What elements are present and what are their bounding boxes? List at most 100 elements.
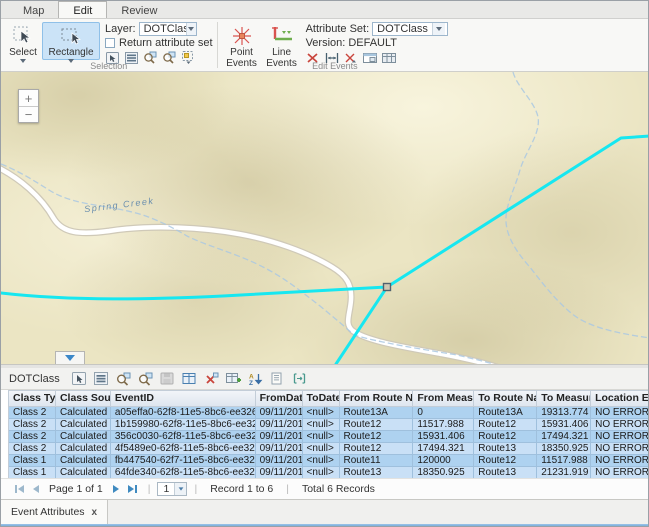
table-cell: Class 1	[9, 455, 56, 467]
table-row[interactable]: Class 2Calculated1b159980-62f8-11e5-8bc6…	[9, 419, 648, 431]
table-cell: 19313.774	[537, 407, 591, 419]
table-cell: 4f5489e0-62f8-11e5-8bc6-ee32641d5ec9	[111, 443, 256, 455]
selection-group-label: Selection	[1, 61, 217, 71]
collapse-arrow-icon	[65, 355, 75, 361]
layer-combo[interactable]: DOTClass	[139, 22, 197, 36]
pagination-separator: |	[148, 483, 151, 495]
table-cell: NO ERROR	[591, 431, 648, 443]
menu-icon[interactable]	[94, 372, 109, 386]
switch-table-icon[interactable]	[182, 372, 197, 386]
column-header[interactable]: Location Error	[591, 391, 648, 407]
table-cell: Route13	[340, 467, 414, 478]
column-header[interactable]: ToDate	[303, 391, 340, 407]
tab-review-label: Review	[121, 5, 157, 17]
column-header[interactable]: To Measure	[537, 391, 591, 407]
page-select-combo[interactable]: 1	[157, 482, 187, 496]
pan-to-selection-icon[interactable]	[138, 372, 153, 386]
table-cell: Calculated	[56, 455, 111, 467]
page-select-dropdown-icon[interactable]	[174, 483, 186, 495]
edit-events-group-label: Edit Events	[218, 61, 453, 71]
map-canvas[interactable]: Spring Creek + −	[1, 72, 649, 364]
table-row[interactable]: Class 2Calculated4f5489e0-62f8-11e5-8bc6…	[9, 443, 648, 455]
table-cell: NO ERROR	[591, 455, 648, 467]
rectangle-tool-button[interactable]: Rectangle	[42, 22, 100, 60]
table-cell: 21231.919	[537, 467, 591, 478]
road-path	[1, 167, 508, 364]
table-cell: Route13A	[474, 407, 537, 419]
table-cell: Calculated	[56, 431, 111, 443]
panel-collapse-button[interactable]	[55, 351, 85, 364]
table-cell: Class 2	[9, 431, 56, 443]
table-cell: fb447540-62f7-11e5-8bc6-ee32641d5ec9	[111, 455, 256, 467]
delete-selected-icon[interactable]	[204, 372, 219, 386]
zoom-out-label: −	[25, 107, 33, 122]
rectangle-button-label: Rectangle	[48, 47, 93, 58]
table-row[interactable]: Class 2Calculateda05effa0-62f8-11e5-8bc6…	[9, 407, 648, 419]
select-cursor-icon	[12, 25, 34, 47]
layer-combo-dropdown-icon[interactable]	[186, 23, 196, 35]
table-cell: Calculated	[56, 467, 111, 478]
table-cell: NO ERROR	[591, 467, 648, 478]
table-cell: 09/11/2015	[256, 467, 303, 478]
attribute-set-dropdown-icon[interactable]	[432, 23, 445, 35]
app-window: Map Edit Review Select	[0, 0, 649, 527]
column-header[interactable]: From Route Name	[340, 391, 414, 407]
column-header[interactable]: Class Source	[56, 391, 111, 407]
table-cell: 09/11/2015	[256, 443, 303, 455]
rectangle-select-icon	[60, 25, 82, 47]
table-cell: Route13	[474, 443, 537, 455]
layer-label: Layer:	[105, 23, 136, 35]
tab-map[interactable]: Map	[9, 1, 58, 18]
table-cell: 18350.925	[537, 443, 591, 455]
select-features-icon[interactable]	[72, 372, 87, 386]
zoom-to-selection-icon[interactable]	[116, 372, 131, 386]
table-cell: NO ERROR	[591, 419, 648, 431]
table-cell: Class 1	[9, 467, 56, 478]
zoom-in-button[interactable]: +	[19, 90, 38, 106]
table-cell: NO ERROR	[591, 407, 648, 419]
sort-icon[interactable]: AZ	[248, 372, 263, 386]
zoom-out-button[interactable]: −	[19, 106, 38, 122]
table-row[interactable]: Class 1Calculatedfb447540-62f7-11e5-8bc6…	[9, 455, 648, 467]
creek-path-east	[506, 72, 649, 338]
table-cell: Calculated	[56, 407, 111, 419]
line-events-button[interactable]: Line Events	[263, 22, 301, 60]
tab-review[interactable]: Review	[107, 1, 171, 18]
table-cell: 09/11/2015	[256, 407, 303, 419]
table-cell: 1b159980-62f8-11e5-8bc6-ee32641d5ec9	[111, 419, 256, 431]
tab-event-attributes[interactable]: Event Attributes x	[1, 500, 108, 524]
route-line-northeast	[387, 136, 649, 287]
save-icon[interactable]	[160, 372, 175, 386]
table-cell: 09/11/2015	[256, 431, 303, 443]
column-header[interactable]: From Measure	[413, 391, 474, 407]
return-attribute-set-checkbox[interactable]	[105, 38, 115, 48]
last-page-button[interactable]	[125, 482, 141, 496]
column-header[interactable]: EventID	[111, 391, 256, 407]
route-line-west	[1, 287, 387, 299]
notes-icon[interactable]	[270, 372, 285, 386]
table-cell: <null>	[303, 455, 340, 467]
table-cell: 356c0030-62f8-11e5-8bc6-ee32641d5ec9	[111, 431, 256, 443]
column-header[interactable]: To Route Name	[474, 391, 537, 407]
add-record-icon[interactable]	[226, 372, 241, 386]
column-header[interactable]: Class Type	[9, 391, 56, 407]
edit-events-options: Attribute Set: DOTClass Version: DEFAULT	[306, 21, 449, 61]
tab-edit[interactable]: Edit	[58, 1, 107, 18]
table-cell: <null>	[303, 467, 340, 478]
page-select-value: 1	[158, 483, 174, 495]
fit-columns-icon[interactable]	[292, 372, 307, 386]
first-page-button[interactable]	[11, 482, 27, 496]
point-events-button[interactable]: Point Events	[223, 22, 261, 60]
close-tab-icon[interactable]: x	[92, 507, 98, 518]
point-events-icon	[230, 25, 254, 47]
select-tool-button[interactable]: Select	[6, 22, 40, 60]
previous-page-button[interactable]	[27, 482, 43, 496]
table-cell: NO ERROR	[591, 443, 648, 455]
attribute-set-combo[interactable]: DOTClass	[372, 22, 448, 36]
column-header[interactable]: FromDate	[256, 391, 303, 407]
table-cell: Route12	[340, 419, 414, 431]
table-row[interactable]: Class 1Calculated64fde340-62f8-11e5-8bc6…	[9, 467, 648, 478]
creek-path-west	[1, 164, 493, 364]
table-row[interactable]: Class 2Calculated356c0030-62f8-11e5-8bc6…	[9, 431, 648, 443]
next-page-button[interactable]	[109, 482, 125, 496]
